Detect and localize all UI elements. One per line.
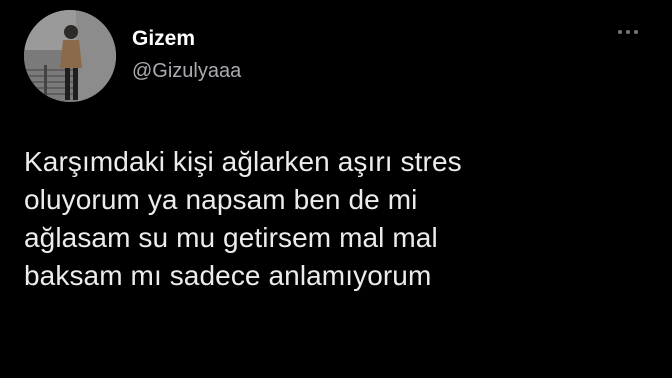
tweet-card: Gizem @Gizulyaaa Karşımdaki kişi ağlarke… xyxy=(0,0,672,378)
more-options-icon[interactable] xyxy=(618,28,638,36)
tweet-text-line: oluyorum ya napsam ben de mi xyxy=(24,184,418,215)
dot-icon xyxy=(618,30,622,34)
display-name[interactable]: Gizem xyxy=(132,26,241,52)
tweet-text-line: ağlasam su mu getirsem mal mal xyxy=(24,222,438,253)
tweet-header: Gizem @Gizulyaaa xyxy=(24,10,241,106)
profile-photo-icon xyxy=(24,10,116,102)
author-names: Gizem @Gizulyaaa xyxy=(132,26,241,84)
avatar[interactable] xyxy=(24,10,116,102)
tweet-text-line: baksam mı sadece anlamıyorum xyxy=(24,260,432,291)
user-handle[interactable]: @Gizulyaaa xyxy=(132,58,241,84)
dot-icon xyxy=(626,30,630,34)
tweet-text-line: Karşımdaki kişi ağlarken aşırı stres xyxy=(24,146,462,177)
dot-icon xyxy=(634,30,638,34)
tweet-text: Karşımdaki kişi ağlarken aşırı stres olu… xyxy=(24,143,644,295)
